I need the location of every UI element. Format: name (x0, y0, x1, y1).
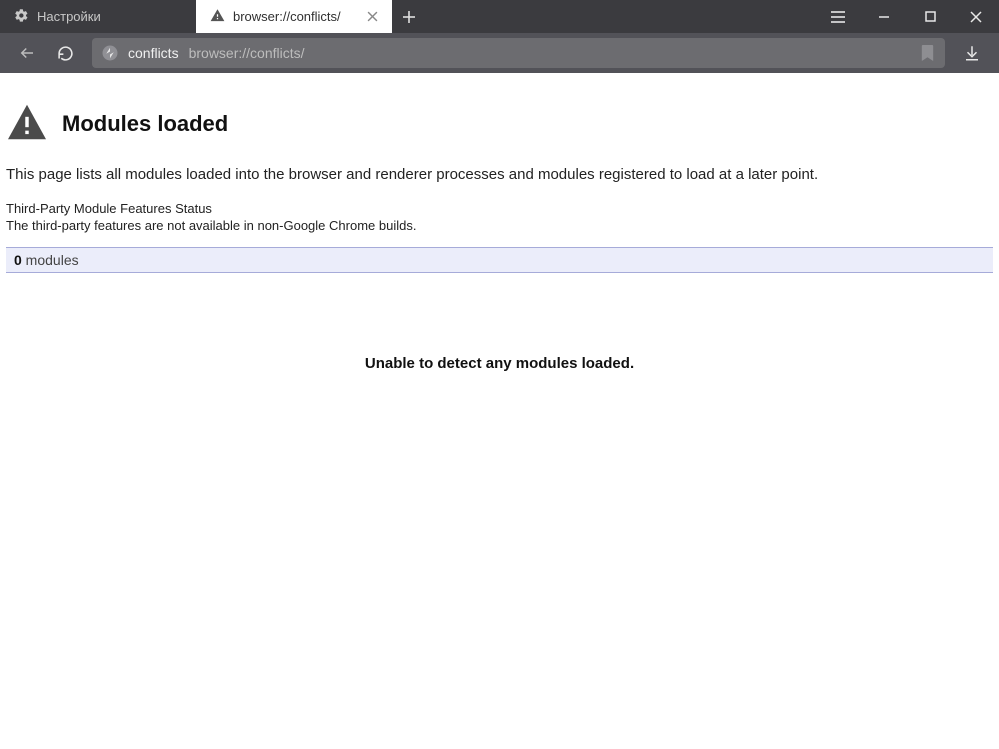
page-content: Modules loaded This page lists all modul… (0, 73, 999, 749)
address-text: conflicts browser://conflicts/ (128, 45, 305, 61)
page-title: Modules loaded (62, 111, 228, 137)
new-tab-button[interactable] (392, 0, 426, 33)
maximize-button[interactable] (907, 0, 953, 33)
page-heading-row: Modules loaded (6, 103, 993, 144)
gear-icon (14, 8, 29, 26)
tab-bar: Настройки browser://conflicts/ (0, 0, 999, 33)
address-bar[interactable]: conflicts browser://conflicts/ (92, 38, 945, 68)
modules-word: modules (22, 252, 79, 268)
warning-triangle-icon (210, 8, 225, 26)
modules-count-bar: 0 modules (6, 247, 993, 273)
tab-close-button[interactable] (363, 9, 382, 25)
toolbar: conflicts browser://conflicts/ (0, 33, 999, 73)
back-button[interactable] (10, 37, 44, 69)
modules-count: 0 (14, 252, 22, 268)
tab-label: Настройки (37, 9, 101, 24)
minimize-button[interactable] (861, 0, 907, 33)
address-host: conflicts (128, 45, 179, 61)
address-path: browser://conflicts/ (189, 45, 305, 61)
empty-message: Unable to detect any modules loaded. (6, 355, 993, 372)
window-controls (815, 0, 999, 33)
warning-triangle-icon (6, 103, 48, 144)
downloads-button[interactable] (955, 37, 989, 69)
bookmark-button[interactable] (917, 43, 937, 63)
site-info-icon[interactable] (100, 43, 120, 63)
reload-button[interactable] (48, 37, 82, 69)
tab-settings[interactable]: Настройки (0, 0, 196, 33)
tab-label: browser://conflicts/ (233, 9, 341, 24)
menu-button[interactable] (815, 0, 861, 33)
page-description: This page lists all modules loaded into … (6, 166, 993, 183)
feature-status-heading: Third-Party Module Features Status (6, 201, 993, 216)
tab-conflicts[interactable]: browser://conflicts/ (196, 0, 392, 33)
close-window-button[interactable] (953, 0, 999, 33)
feature-status-note: The third-party features are not availab… (6, 218, 993, 233)
